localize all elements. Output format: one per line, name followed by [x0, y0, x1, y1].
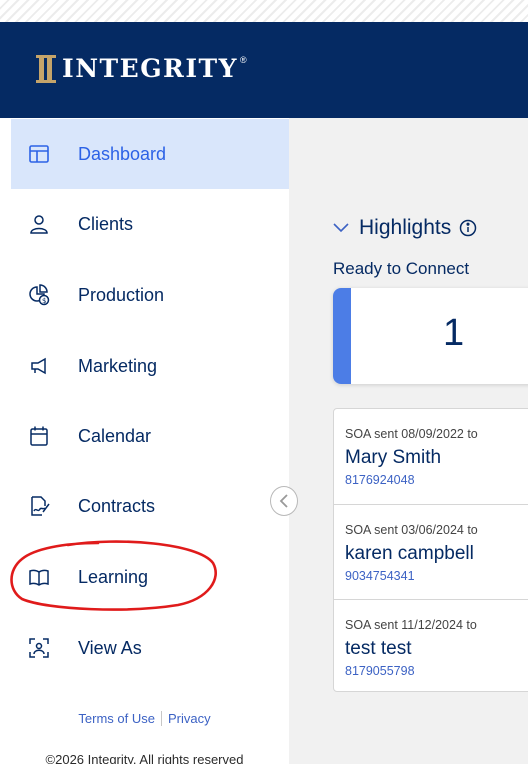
sidebar-item-label: Calendar: [78, 425, 152, 446]
link-divider: [160, 711, 162, 726]
sidebar-item-label: View As: [78, 637, 142, 658]
calendar-icon: [30, 426, 48, 446]
soa-contact-name[interactable]: Mary Smith: [345, 447, 441, 469]
soa-sent-date: SOA sent 11/12/2024 to: [345, 618, 477, 632]
terms-of-use-link[interactable]: Terms of Use: [78, 711, 155, 726]
sidebar-item-dashboard[interactable]: Dashboard: [11, 119, 289, 189]
soa-list-item[interactable]: SOA sent 08/09/2022 to Mary Smith 817692…: [334, 409, 528, 504]
soa-list: SOA sent 08/09/2022 to Mary Smith 817692…: [333, 408, 528, 692]
soa-contact-phone[interactable]: 9034754341: [345, 569, 415, 583]
sidebar-item-label: Dashboard: [78, 143, 167, 164]
sidebar-item-label: Production: [78, 284, 165, 305]
privacy-link[interactable]: Privacy: [168, 711, 211, 726]
sidebar-item-calendar[interactable]: Calendar: [11, 401, 289, 471]
sidebar-item-label: Learning: [78, 566, 149, 587]
registered-mark: ®: [239, 54, 247, 65]
browser-top-strip: [0, 0, 528, 22]
contract-sign-icon: [31, 496, 50, 516]
soa-sent-date: SOA sent 03/06/2024 to: [345, 523, 478, 537]
sidebar-item-label: Clients: [78, 213, 134, 234]
ready-to-connect-count: 1: [443, 312, 465, 354]
highlights-toggle[interactable]: Highlights: [333, 216, 477, 240]
dashboard-icon: [29, 145, 49, 163]
sidebar-item-learning[interactable]: Learning: [11, 542, 289, 612]
chevron-down-icon: [333, 223, 349, 233]
card-accent-bar: [333, 288, 351, 384]
ready-to-connect-label: Ready to Connect: [333, 259, 470, 278]
svg-text:$: $: [42, 297, 46, 305]
sidebar-item-clients[interactable]: Clients: [11, 189, 289, 259]
sidebar-item-label: Contracts: [78, 495, 156, 516]
soa-list-item[interactable]: SOA sent 11/12/2024 to test test 8179055…: [334, 599, 528, 694]
sidebar: Dashboard Clients $ Production Marketing…: [0, 118, 289, 764]
info-icon[interactable]: [459, 219, 477, 237]
soa-contact-name[interactable]: karen campbell: [345, 543, 474, 565]
sidebar-item-view-as[interactable]: View As: [11, 613, 289, 683]
collapse-sidebar-button[interactable]: [270, 486, 298, 516]
sidebar-item-marketing[interactable]: Marketing: [11, 331, 289, 401]
copyright-text: ©2026 Integrity. All rights reserved: [45, 752, 244, 764]
megaphone-icon: [31, 357, 46, 375]
app-header: INTEGRITY ®: [0, 22, 528, 118]
ready-to-connect-card[interactable]: 1: [333, 288, 528, 384]
chevron-left-icon: [279, 494, 288, 508]
view-as-icon: [29, 638, 49, 658]
soa-list-item[interactable]: SOA sent 03/06/2024 to karen campbell 90…: [334, 504, 528, 599]
person-icon: [30, 215, 48, 234]
sidebar-item-contracts[interactable]: Contracts: [11, 471, 289, 541]
soa-contact-phone[interactable]: 8179055798: [345, 664, 415, 678]
integrity-logo[interactable]: INTEGRITY ®: [36, 54, 247, 83]
brand-name: INTEGRITY: [62, 54, 238, 83]
highlights-title: Highlights: [359, 216, 452, 239]
sidebar-item-production[interactable]: $ Production: [11, 260, 289, 330]
logo-mark-icon: [36, 54, 56, 83]
sidebar-footer-links: Terms of Use Privacy: [0, 711, 289, 726]
soa-contact-name[interactable]: test test: [345, 638, 412, 660]
soa-contact-phone[interactable]: 8176924048: [345, 473, 415, 487]
chart-dollar-icon: $: [29, 284, 50, 306]
open-book-icon: [29, 569, 49, 586]
soa-sent-date: SOA sent 08/09/2022 to: [345, 427, 478, 441]
sidebar-item-label: Marketing: [78, 355, 158, 376]
